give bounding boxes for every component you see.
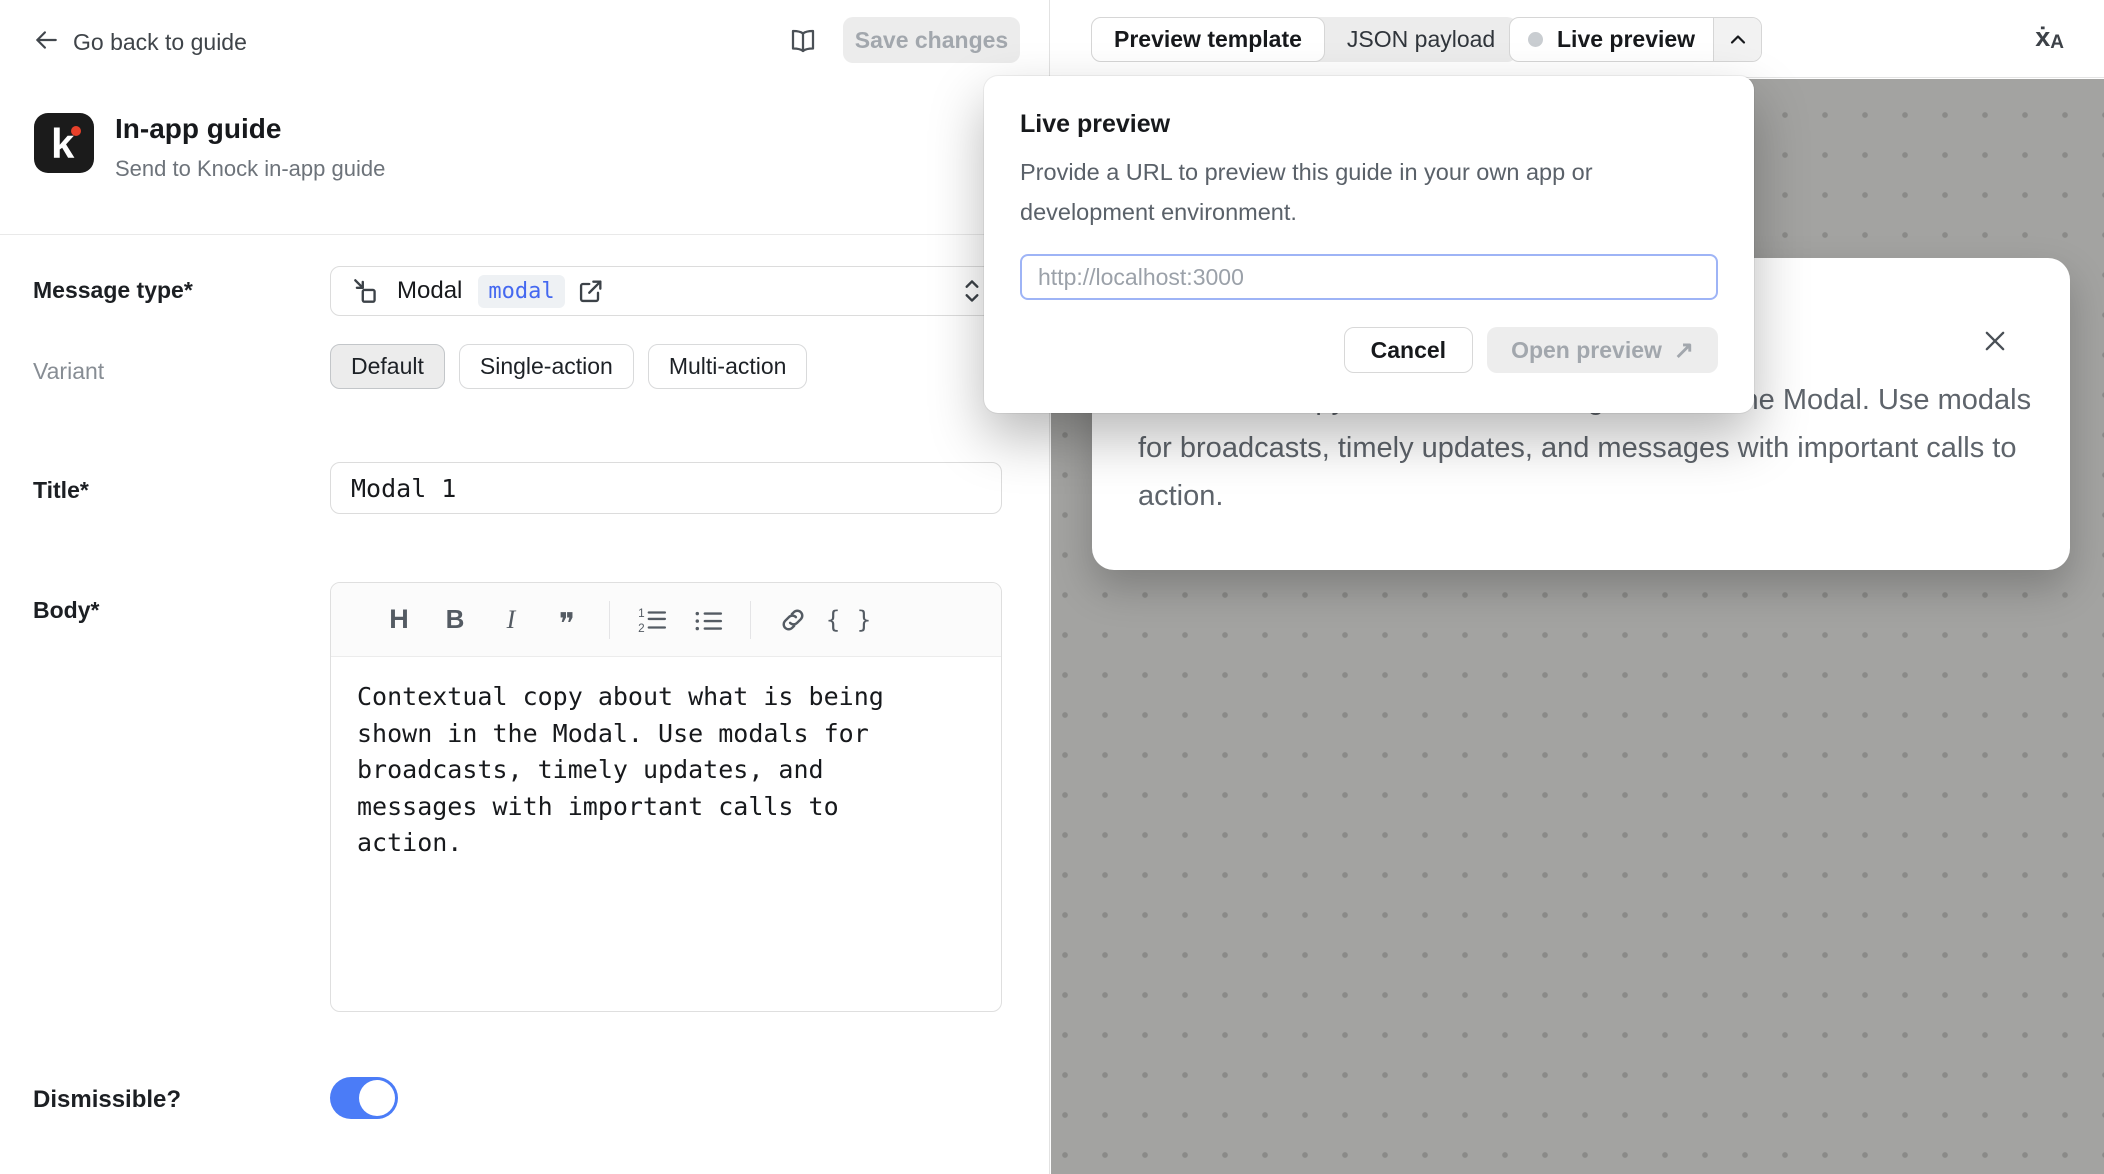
dismissible-label: Dismissible?: [33, 1086, 181, 1114]
title-label: Title*: [33, 477, 89, 504]
save-button-label: Save changes: [855, 27, 1008, 54]
toggle-knob: [359, 1080, 395, 1116]
go-back-link[interactable]: Go back to guide: [33, 27, 247, 58]
arrow-left-icon: [33, 27, 59, 58]
blockquote-button[interactable]: ❞: [543, 596, 591, 644]
status-dot: [1528, 32, 1543, 47]
tab-json-payload[interactable]: JSON payload: [1325, 17, 1517, 62]
modal-type-icon: [351, 276, 381, 306]
message-type-label: Message type*: [33, 277, 193, 304]
translate-a-glyph: A: [2050, 32, 2064, 54]
italic-button[interactable]: I: [487, 596, 535, 644]
editor-toolbar: H B I ❞ 12 { }: [331, 583, 1001, 657]
docs-book-icon[interactable]: [786, 24, 820, 58]
chevron-up-down-icon: [961, 275, 983, 307]
open-preview-button[interactable]: Open preview ↗: [1487, 327, 1718, 373]
variant-label: Variant: [33, 358, 104, 385]
svg-text:2: 2: [638, 621, 645, 634]
variant-option-default[interactable]: Default: [330, 344, 445, 389]
close-icon[interactable]: [1978, 324, 2012, 358]
header-divider: [0, 234, 1050, 235]
preview-header: Preview template JSON payload Live previ…: [1051, 0, 2104, 78]
page-title: In-app guide: [115, 113, 281, 145]
live-preview-popover: Live preview Provide a URL to preview th…: [984, 76, 1754, 413]
popover-actions: Cancel Open preview ↗: [1020, 327, 1718, 373]
variant-option-single-action[interactable]: Single-action: [459, 344, 634, 389]
editor-panel: Go back to guide Save changes k In-app g…: [0, 0, 1050, 1174]
heading-button[interactable]: H: [375, 596, 423, 644]
arrow-up-right-icon: ↗: [1674, 336, 1694, 365]
open-preview-label: Open preview: [1511, 337, 1662, 364]
save-button[interactable]: Save changes: [843, 17, 1020, 63]
page-subtitle: Send to Knock in-app guide: [115, 156, 385, 182]
preview-url-input[interactable]: [1020, 254, 1718, 300]
dismissible-toggle[interactable]: [330, 1077, 398, 1119]
external-link-icon[interactable]: [577, 277, 605, 305]
popover-title: Live preview: [1020, 110, 1718, 139]
live-preview-label: Live preview: [1557, 26, 1713, 53]
bold-button[interactable]: B: [431, 596, 479, 644]
popover-description: Provide a URL to preview this guide in y…: [1020, 152, 1685, 232]
live-preview-button[interactable]: Live preview: [1509, 17, 1762, 62]
chevron-up-icon[interactable]: [1713, 17, 1761, 62]
knock-logo: k: [34, 113, 94, 173]
message-type-value: Modal: [397, 277, 462, 305]
code-braces-button[interactable]: { }: [825, 596, 873, 644]
variant-options: Default Single-action Multi-action: [330, 344, 807, 389]
title-input[interactable]: [330, 462, 1002, 514]
body-textarea[interactable]: Contextual copy about what is being show…: [331, 657, 981, 862]
tab-preview-template[interactable]: Preview template: [1091, 17, 1325, 62]
translate-icon[interactable]: ẋ A: [2035, 22, 2064, 54]
variant-option-multi-action[interactable]: Multi-action: [648, 344, 808, 389]
back-label: Go back to guide: [73, 29, 247, 56]
message-type-key-badge: modal: [478, 275, 564, 308]
toolbar-divider: [609, 601, 610, 639]
logo-letter: k: [51, 120, 74, 168]
logo-red-dot: [71, 126, 81, 136]
toolbar-divider: [750, 601, 751, 639]
body-editor: H B I ❞ 12 { } Contextual copy about wha…: [330, 582, 1002, 1012]
message-type-select[interactable]: Modal modal: [330, 266, 1002, 316]
cancel-button[interactable]: Cancel: [1344, 327, 1473, 373]
bullet-list-button[interactable]: [684, 596, 732, 644]
app-root: Go back to guide Save changes k In-app g…: [0, 0, 2104, 1174]
link-button[interactable]: [769, 596, 817, 644]
translate-x-glyph: ẋ: [2035, 22, 2050, 53]
body-label: Body*: [33, 597, 99, 624]
ordered-list-button[interactable]: 12: [628, 596, 676, 644]
svg-text:1: 1: [638, 606, 645, 619]
cancel-button-label: Cancel: [1371, 337, 1446, 364]
preview-mode-tabs: Preview template JSON payload: [1091, 17, 1517, 62]
